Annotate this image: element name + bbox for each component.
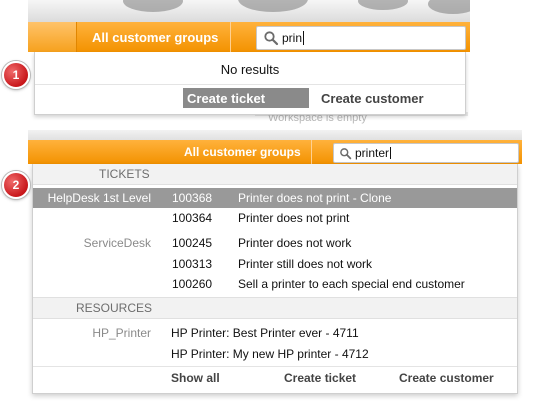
search-value: prin xyxy=(282,31,303,45)
resource-row[interactable]: HP Printer: My new HP printer - 4712 xyxy=(33,344,517,364)
ticket-id: 100245 xyxy=(172,236,213,250)
show-all-button[interactable]: Show all xyxy=(171,371,220,385)
search-results-dropdown: No results Create ticket Create customer xyxy=(34,52,466,115)
footer-divider xyxy=(33,366,517,367)
ticket-row[interactable]: HelpDesk 1st Level 100368 Printer does n… xyxy=(33,188,517,208)
create-ticket-button[interactable]: Create ticket xyxy=(183,88,309,108)
search-icon xyxy=(340,147,352,159)
search-input-2[interactable]: printer xyxy=(333,143,519,163)
customer-groups-selector-2[interactable]: All customer groups xyxy=(174,140,312,164)
create-customer-button[interactable]: Create customer xyxy=(399,371,494,385)
ticket-group: HelpDesk 1st Level xyxy=(47,191,151,205)
ticket-row[interactable]: 100313 Printer still does not work xyxy=(33,254,517,274)
text-caret xyxy=(390,147,392,159)
ticket-title: Printer does not work xyxy=(238,236,352,250)
top-toolbar: All customer groups prin xyxy=(28,22,470,52)
ticket-id: 100368 xyxy=(172,191,213,205)
search-input[interactable]: prin xyxy=(256,26,466,50)
customer-groups-label: All customer groups xyxy=(92,29,219,45)
ticket-title: Printer does not print - Clone xyxy=(238,191,392,205)
toolbar-left-strip xyxy=(28,22,77,52)
ticket-group: ServiceDesk xyxy=(83,236,151,250)
create-customer-button[interactable]: Create customer xyxy=(321,88,424,108)
ticket-row[interactable]: 100260 Sell a printer to each special en… xyxy=(33,274,517,294)
search-value: printer xyxy=(355,146,390,160)
resource-row[interactable]: HP_Printer HP Printer: Best Printer ever… xyxy=(33,323,517,343)
ticket-id: 100364 xyxy=(172,211,213,225)
ticket-title: Sell a printer to each special end custo… xyxy=(238,277,465,291)
text-caret xyxy=(303,31,305,45)
customer-groups-selector[interactable]: All customer groups xyxy=(80,22,232,52)
resource-title: HP Printer: Best Printer ever - 4711 xyxy=(171,326,359,340)
no-results-text: No results xyxy=(220,62,280,77)
dropdown-divider xyxy=(35,84,465,85)
resources-header-label: RESOURCES xyxy=(76,301,153,315)
resource-title: HP Printer: My new HP printer - 4712 xyxy=(171,347,369,361)
top-toolbar-2: All customer groups printer xyxy=(28,140,522,164)
ticket-title: Printer still does not work xyxy=(238,257,373,271)
tickets-header-label: TICKETS xyxy=(99,167,150,181)
ticket-title: Printer does not print xyxy=(238,211,350,225)
step-badge-2: 2 xyxy=(2,171,30,199)
search-icon xyxy=(264,31,279,46)
ticket-row[interactable]: 100364 Printer does not print xyxy=(33,208,517,228)
resources-section-header: RESOURCES xyxy=(33,297,517,319)
resource-group: HP_Printer xyxy=(92,326,151,340)
search-results-dropdown-2: TICKETS HelpDesk 1st Level 100368 Printe… xyxy=(32,164,518,394)
tickets-section-header: TICKETS xyxy=(33,164,517,185)
step-badge-1: 1 xyxy=(2,61,30,89)
create-ticket-button[interactable]: Create ticket xyxy=(284,371,356,385)
ticket-row[interactable]: ServiceDesk 100245 Printer does not work xyxy=(33,233,517,253)
ticket-id: 100260 xyxy=(172,277,213,291)
ticket-id: 100313 xyxy=(172,257,213,271)
customer-groups-label: All customer groups xyxy=(184,145,301,159)
